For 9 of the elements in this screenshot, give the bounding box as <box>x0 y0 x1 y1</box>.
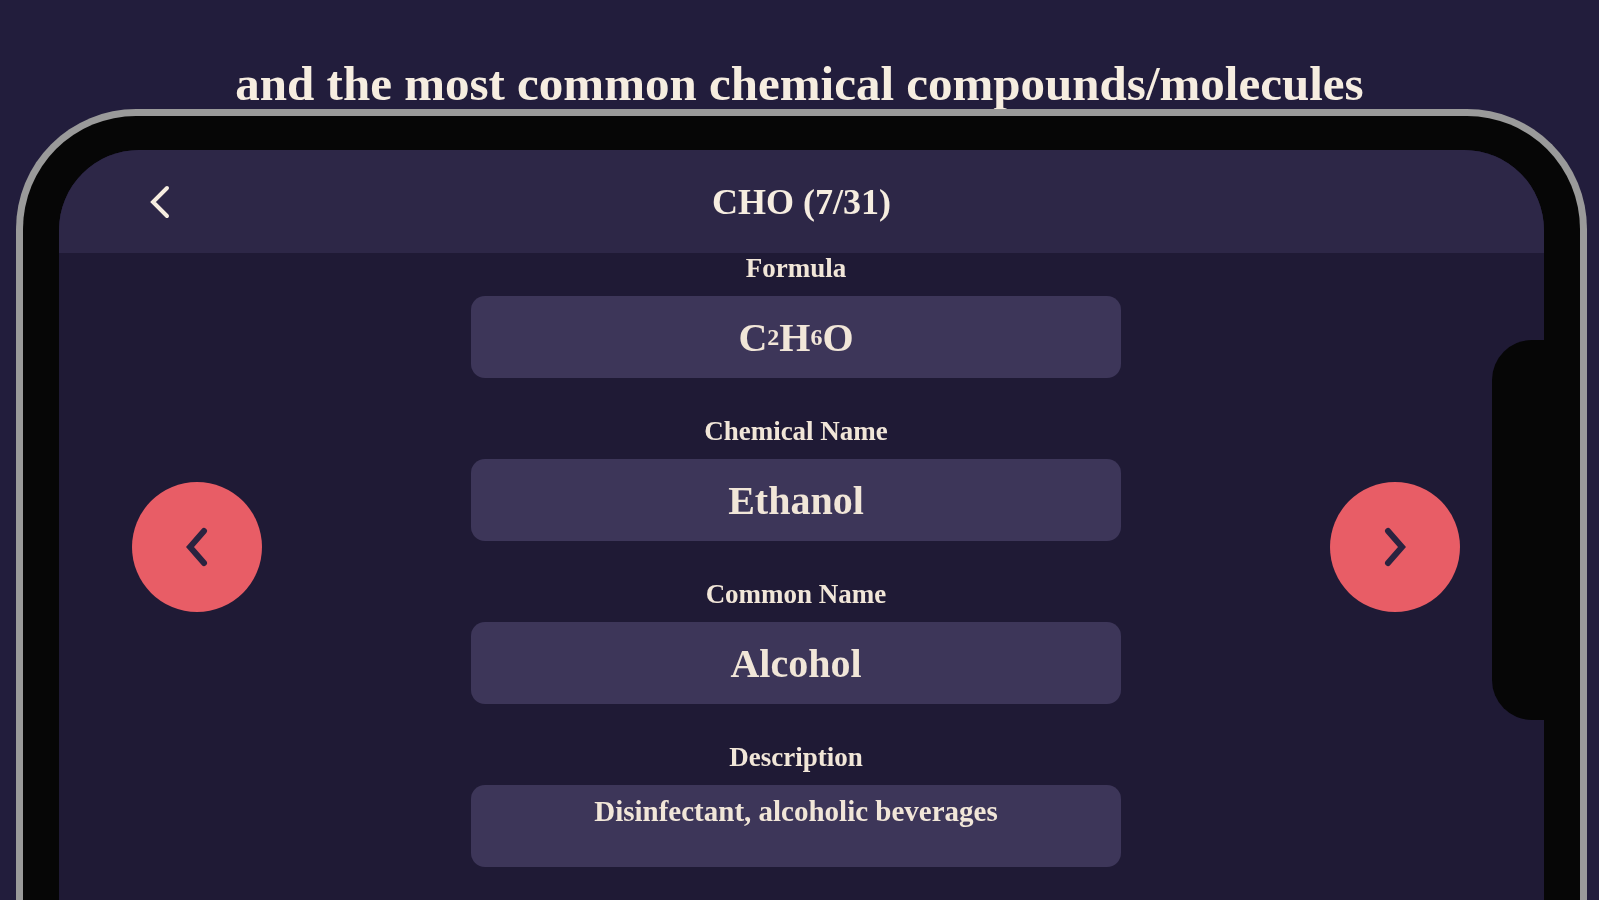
screen-title: CHO (7/31) <box>712 180 891 223</box>
field-label: Common Name <box>705 579 887 609</box>
value-field: Disinfectant, alcoholic beverages <box>471 785 1121 867</box>
headline: and the most common chemical compounds/molecules <box>234 55 1365 109</box>
field-label: Formula <box>745 253 847 283</box>
field-label: Description <box>729 742 863 772</box>
value-field: Alcohol <box>471 622 1121 704</box>
value-field: Ethanol <box>471 459 1121 541</box>
field-label: Chemical Name <box>704 416 888 446</box>
